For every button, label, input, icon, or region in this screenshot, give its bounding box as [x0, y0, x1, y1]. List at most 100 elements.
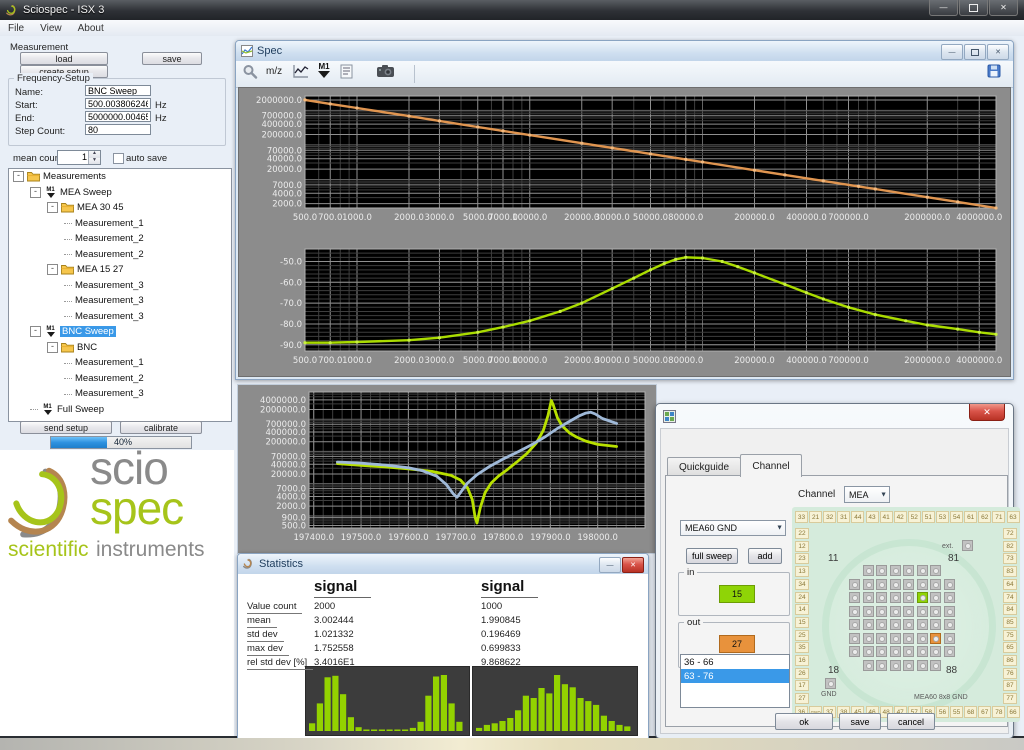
camera-tool-icon[interactable]	[376, 64, 396, 78]
electrode-pad[interactable]	[863, 660, 874, 671]
electrode-pad[interactable]	[876, 579, 887, 590]
electrode-pad[interactable]	[863, 619, 874, 630]
name-input[interactable]	[85, 85, 151, 96]
channel-type-combo[interactable]: MEA ▼	[844, 486, 890, 503]
electrode-pad[interactable]	[863, 565, 874, 576]
menu-view[interactable]: View	[32, 23, 70, 34]
spec-close-button[interactable]: ✕	[987, 44, 1009, 60]
tree-item-mea-30-45[interactable]: -MEA 30 45	[9, 200, 231, 216]
electrode-pad[interactable]	[917, 633, 928, 644]
electrode-pad[interactable]	[930, 565, 941, 576]
electrode-pad[interactable]	[930, 579, 941, 590]
electrode-pad[interactable]	[917, 579, 928, 590]
ext-pad[interactable]	[962, 540, 973, 551]
tree-item-measurement-1[interactable]: Measurement_1	[9, 216, 231, 232]
electrode-pad[interactable]	[849, 579, 860, 590]
tree-item-mea-sweep[interactable]: -M1MEA Sweep	[9, 185, 231, 201]
electrode-pad[interactable]	[930, 660, 941, 671]
electrode-pad[interactable]	[863, 606, 874, 617]
tree-item-measurement-3[interactable]: Measurement_3	[9, 278, 231, 294]
electrode-pad[interactable]	[876, 646, 887, 657]
tree-item-measurement-2[interactable]: Measurement_2	[9, 247, 231, 263]
plot-tool-icon[interactable]	[292, 64, 310, 80]
tree-expander-icon[interactable]: -	[30, 187, 41, 198]
electrode-pad[interactable]	[917, 646, 928, 657]
end-input[interactable]	[85, 111, 151, 122]
close-button[interactable]: ✕	[989, 0, 1018, 16]
tree-expander-icon[interactable]: -	[13, 171, 24, 182]
electrode-pad[interactable]	[849, 646, 860, 657]
electrode-pad[interactable]	[917, 660, 928, 671]
auto-save-checkbox[interactable]	[113, 153, 124, 164]
electrode-pad[interactable]	[944, 606, 955, 617]
electrode-pad[interactable]	[917, 606, 928, 617]
electrode-pad-in-selected[interactable]	[917, 592, 928, 603]
spec-minimize-button[interactable]: —	[941, 44, 963, 60]
cancel-button[interactable]: cancel	[887, 713, 935, 730]
mz-tool-label[interactable]: m/z	[266, 66, 282, 77]
m1-marker-tool-icon[interactable]: M1	[316, 63, 335, 78]
tree-item-measurement-1[interactable]: Measurement_1	[9, 355, 231, 371]
electrode-pad[interactable]	[890, 565, 901, 576]
electrode-pad[interactable]	[944, 579, 955, 590]
electrode-pad[interactable]	[849, 592, 860, 603]
electrode-pad-out-selected[interactable]	[930, 633, 941, 644]
electrode-pad[interactable]	[890, 646, 901, 657]
electrode-pad[interactable]	[876, 660, 887, 671]
zoom-tool-icon[interactable]	[242, 64, 258, 80]
electrode-pad[interactable]	[930, 619, 941, 630]
tree-expander-icon[interactable]: -	[47, 264, 58, 275]
statistics-close-button[interactable]: ✕	[622, 557, 644, 573]
tree-item-bnc[interactable]: -BNC	[9, 340, 231, 356]
electrode-pad[interactable]	[876, 633, 887, 644]
electrode-pad[interactable]	[903, 606, 914, 617]
channel-pair-item[interactable]: 36 - 66	[681, 655, 789, 669]
electrode-pad[interactable]	[849, 633, 860, 644]
tree-item-mea-15-27[interactable]: -MEA 15 27	[9, 262, 231, 278]
electrode-pad[interactable]	[876, 565, 887, 576]
save-button[interactable]: save	[142, 52, 202, 65]
report-tool-icon[interactable]	[340, 64, 354, 80]
menu-file[interactable]: File	[0, 23, 32, 34]
electrode-pad[interactable]	[849, 606, 860, 617]
electrode-pad[interactable]	[903, 565, 914, 576]
dialog-save-button[interactable]: save	[839, 713, 881, 730]
electrode-pad[interactable]	[930, 606, 941, 617]
tree-item-measurement-3[interactable]: Measurement_3	[9, 309, 231, 325]
electrode-pad[interactable]	[903, 579, 914, 590]
electrode-pad[interactable]	[903, 660, 914, 671]
spec-titlebar[interactable]: Spec — ✕	[236, 41, 1013, 61]
electrode-pad[interactable]	[876, 619, 887, 630]
maximize-button[interactable]	[959, 0, 988, 16]
ok-button[interactable]: ok	[775, 713, 833, 730]
electrode-pad[interactable]	[890, 633, 901, 644]
send-setup-button[interactable]: send setup	[20, 421, 112, 434]
electrode-pad[interactable]	[930, 592, 941, 603]
electrode-pad[interactable]	[944, 592, 955, 603]
step-count-input[interactable]	[85, 124, 151, 135]
electrode-pad[interactable]	[890, 619, 901, 630]
electrode-pad[interactable]	[917, 619, 928, 630]
tree-item-measurement-3[interactable]: Measurement_3	[9, 293, 231, 309]
tree-item-measurement-3[interactable]: Measurement_3	[9, 386, 231, 402]
menu-about[interactable]: About	[70, 23, 112, 34]
electrode-pad[interactable]	[944, 633, 955, 644]
spec-maximize-button[interactable]	[964, 44, 986, 60]
full-sweep-button[interactable]: full sweep	[686, 548, 738, 564]
electrode-pad[interactable]	[930, 646, 941, 657]
tree-item-measurements[interactable]: -Measurements	[9, 169, 231, 185]
channel-dialog-close-button[interactable]: ✕	[969, 404, 1005, 421]
ground-combo[interactable]: MEA60 GND ▼	[680, 520, 786, 536]
tab-quickguide[interactable]: Quickguide	[667, 457, 741, 477]
minimize-button[interactable]: —	[929, 0, 958, 16]
electrode-pad[interactable]	[903, 633, 914, 644]
tree-item-full-sweep[interactable]: M1Full Sweep	[9, 402, 231, 418]
electrode-pad[interactable]	[903, 646, 914, 657]
electrode-pad[interactable]	[890, 579, 901, 590]
tree-expander-icon[interactable]: -	[47, 202, 58, 213]
calibrate-button[interactable]: calibrate	[120, 421, 202, 434]
electrode-pad[interactable]	[876, 606, 887, 617]
electrode-pad[interactable]	[863, 646, 874, 657]
electrode-pad[interactable]	[890, 592, 901, 603]
tree-item-bnc-sweep[interactable]: -M1BNC Sweep	[9, 324, 231, 340]
